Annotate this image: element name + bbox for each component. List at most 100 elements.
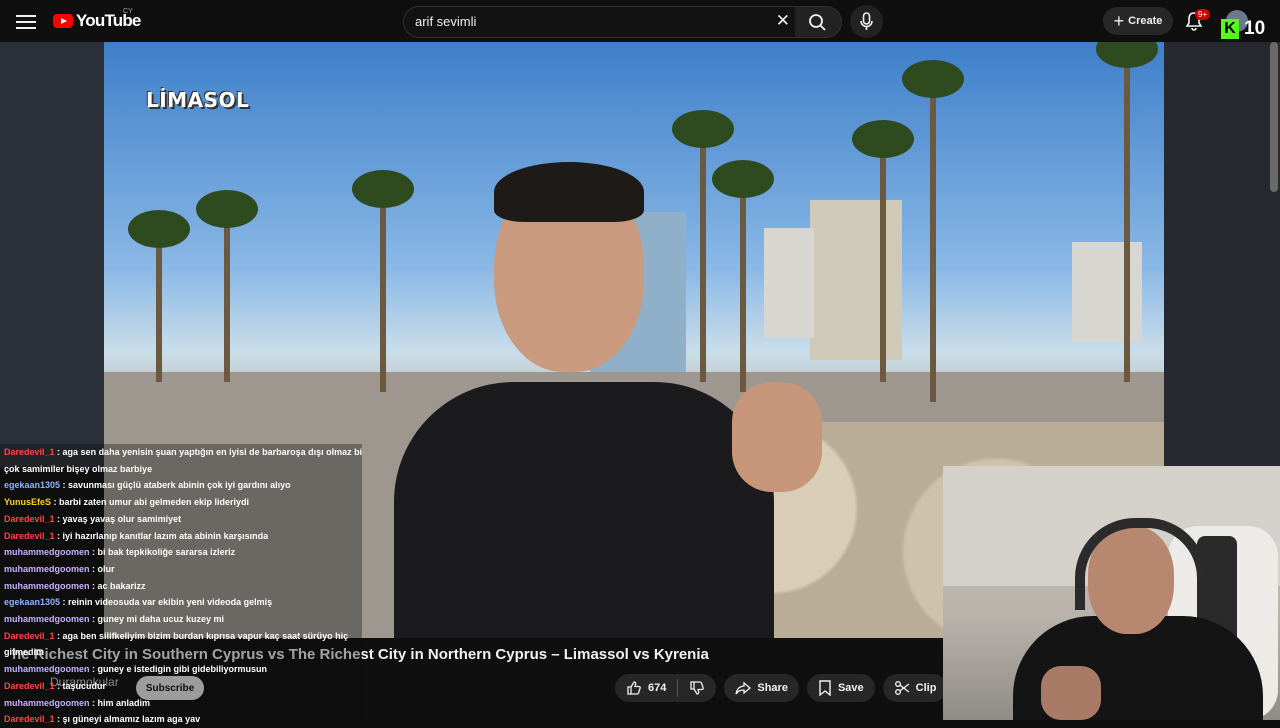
chat-text: şı güneyi almamız lazım aga yav — [62, 714, 201, 725]
chat-separator: : — [51, 497, 60, 508]
chat-username[interactable]: YunusEfeS — [4, 497, 51, 507]
chat-username[interactable]: Daredevil_1 — [4, 714, 55, 724]
chat-message: Daredevil_1 : iyi hazırlanıp kanıtlar la… — [0, 528, 362, 545]
streamer-hand — [1041, 666, 1101, 720]
like-button[interactable]: 674 — [615, 674, 677, 702]
save-button[interactable]: Save — [806, 674, 875, 702]
bookmark-icon — [819, 680, 831, 696]
left-blurred-background — [0, 42, 104, 468]
presenter-hand — [732, 382, 822, 492]
chat-message: muhammedgoomen : guney e istedigin gibi … — [0, 661, 362, 678]
chat-text: olur — [97, 563, 115, 574]
chat-username[interactable]: Daredevil_1 — [4, 531, 55, 541]
chat-username[interactable]: Daredevil_1 — [4, 631, 55, 641]
chat-separator: : — [54, 447, 63, 457]
chat-text: aga ben silifkeliyim bizim burdan kıprıs… — [62, 630, 349, 641]
like-dislike-group: 674 — [615, 674, 717, 702]
chat-text: yavaş yavaş olur samimiyet — [62, 513, 182, 524]
chat-username[interactable]: muhammedgoomen — [4, 698, 90, 708]
chat-username[interactable]: muhammedgoomen — [4, 614, 90, 624]
save-label: Save — [837, 682, 864, 694]
chat-message: Daredevil_1 : aga ben silifkeliyim bizim… — [0, 628, 362, 645]
kick-follower-overlay: K 10 — [1221, 16, 1277, 42]
youtube-play-icon — [53, 14, 73, 28]
building — [764, 228, 814, 338]
chat-message: muhammedgoomen : him anladim — [0, 695, 362, 712]
video-actions: 674 Share Save Clip ••• — [615, 674, 984, 702]
share-icon — [735, 681, 752, 695]
chat-message: egekaan1305 : reinin videosuda var ekibi… — [0, 594, 362, 611]
chat-username[interactable]: Daredevil_1 — [4, 514, 55, 524]
chat-text: ac bakarizz — [97, 580, 146, 591]
chat-separator: : — [54, 630, 63, 641]
dislike-button[interactable] — [678, 674, 716, 702]
palm-tree — [1096, 42, 1158, 382]
search-query: arif sevimli — [415, 14, 477, 29]
chat-text: gitmedim — [4, 647, 45, 658]
chat-message: Daredevil_1 : taşucudur — [0, 678, 362, 695]
chat-message: çok samimiler bişey olmaz barbiye — [0, 461, 362, 478]
create-label: Create — [1128, 15, 1163, 27]
palm-tree — [128, 210, 190, 382]
palm-tree — [852, 120, 914, 382]
building — [810, 200, 902, 360]
chat-username[interactable]: egekaan1305 — [4, 480, 60, 490]
chat-message: muhammedgoomen : bi bak tepkikoliğe sara… — [0, 544, 362, 561]
clip-button[interactable]: Clip — [882, 674, 948, 702]
search-button[interactable] — [795, 6, 842, 38]
building — [1072, 242, 1142, 342]
like-count: 674 — [648, 682, 667, 694]
palm-tree — [712, 160, 774, 392]
chat-separator: : — [54, 680, 63, 691]
page-scrollbar[interactable] — [1270, 42, 1278, 192]
youtube-logo[interactable]: YouTube CY — [53, 8, 141, 31]
create-button[interactable]: + Create — [1103, 7, 1173, 35]
thumbs-down-icon — [690, 681, 705, 695]
chat-separator: : — [54, 530, 63, 541]
palm-tree — [902, 60, 964, 402]
chat-text: iyi hazırlanıp kanıtlar lazım ata abinin… — [62, 530, 269, 541]
chat-text: bi bak tepkikoliğe sararsa izleriz — [97, 547, 236, 558]
clear-search-icon[interactable]: ✕ — [776, 11, 790, 31]
chat-message: muhammedgoomen : olur — [0, 561, 362, 578]
plus-icon: + — [1113, 11, 1125, 31]
chat-username[interactable]: egekaan1305 — [4, 597, 60, 607]
chat-username[interactable]: muhammedgoomen — [4, 547, 90, 557]
chat-message: Daredevil_1 : yavaş yavaş olur samimiyet — [0, 511, 362, 528]
chat-username[interactable]: muhammedgoomen — [4, 564, 90, 574]
hamburger-menu-icon[interactable] — [16, 11, 36, 31]
share-button[interactable]: Share — [724, 674, 799, 702]
chat-message: muhammedgoomen : guney mi daha ucuz kuze… — [0, 611, 362, 628]
chat-text: guney mi daha ucuz kuzey mi — [97, 614, 225, 625]
chat-username[interactable]: Daredevil_1 — [4, 681, 55, 691]
chat-username[interactable]: muhammedgoomen — [4, 664, 90, 674]
chat-separator: : — [60, 480, 69, 491]
chat-username[interactable]: muhammedgoomen — [4, 581, 90, 591]
chat-separator: : — [89, 563, 98, 574]
chat-separator: : — [89, 697, 98, 708]
chat-separator: : — [89, 614, 98, 625]
presenter — [394, 162, 774, 638]
voice-search-button[interactable] — [850, 5, 883, 38]
stream-chat-overlay: Daredevil_1 : aga sen daha yenisin şuan … — [0, 444, 362, 724]
chat-text: taşucudur — [62, 680, 107, 691]
palm-tree — [352, 170, 414, 392]
chat-message: gitmedim — [0, 644, 362, 661]
top-bar: YouTube CY arif sevimli ✕ + Create 9+ — [0, 0, 1280, 42]
chat-message: YunusEfeS : barbi zaten umur abi gelmede… — [0, 494, 362, 511]
chat-username[interactable]: Daredevil_1 — [4, 447, 55, 457]
right-blurred-background — [1164, 42, 1280, 468]
chat-separator: : — [54, 714, 63, 725]
kick-logo-icon: K — [1221, 19, 1239, 39]
chat-separator: : — [89, 580, 98, 591]
kick-count: 10 — [1244, 18, 1266, 39]
chat-message: Daredevil_1 : aga sen daha yenisin şuan … — [0, 444, 362, 461]
share-label: Share — [757, 682, 788, 694]
chat-text: guney e istedigin gibi gidebiliyormusun — [97, 664, 268, 675]
streamer-webcam — [943, 466, 1280, 720]
search-icon — [809, 14, 826, 31]
chat-message: egekaan1305 : savunması güçlü ataberk ab… — [0, 477, 362, 494]
search-input[interactable]: arif sevimli ✕ — [403, 6, 797, 38]
chat-text: barbi zaten umur abi gelmeden ekip lider… — [59, 497, 250, 508]
chat-separator: : — [60, 597, 69, 608]
